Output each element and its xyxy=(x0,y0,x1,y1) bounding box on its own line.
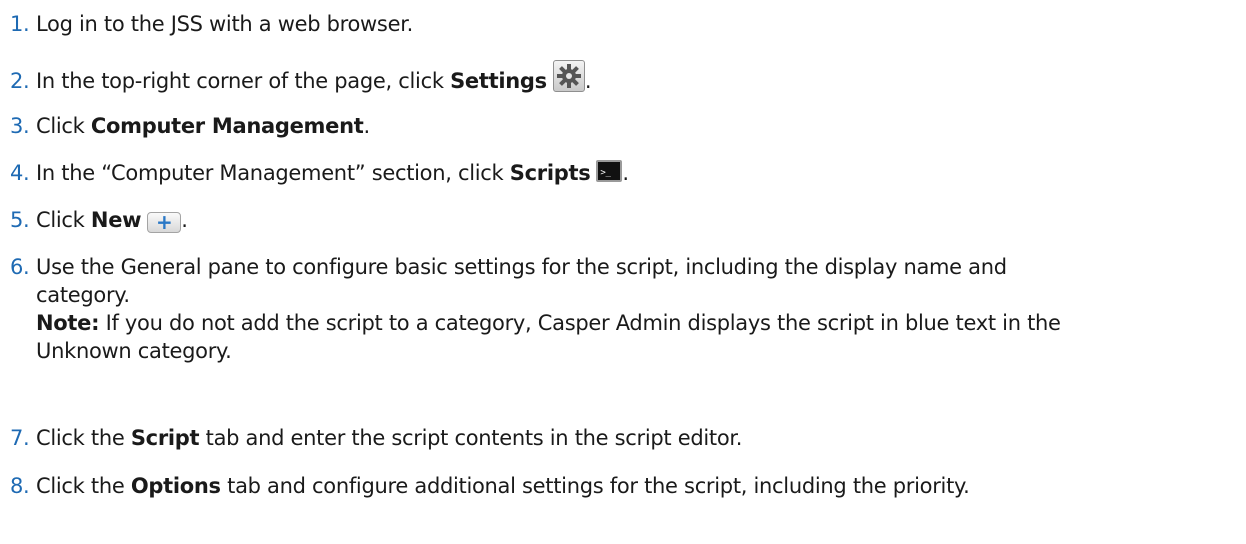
step-3: 3. Click Computer Management. xyxy=(0,112,1240,140)
plus-icon: + xyxy=(147,212,182,233)
step-text: Click the Options tab and configure addi… xyxy=(36,474,970,498)
step-text: Click Computer Management. xyxy=(36,114,370,138)
step-number: 4. xyxy=(10,161,30,185)
script-tab-label: Script xyxy=(130,426,200,450)
scripts-label: Scripts xyxy=(509,161,591,185)
note: Note: If you do not add the script to a … xyxy=(36,311,1061,335)
step-text: Click New +. xyxy=(36,208,188,234)
step-2: 2. In the top-right corner of the page, … xyxy=(0,60,1240,95)
step-number: 1. xyxy=(10,12,30,36)
step-1: 1. Log in to the JSS with a web browser. xyxy=(0,10,1240,38)
options-tab-label: Options xyxy=(130,474,221,498)
document-page: 1. Log in to the JSS with a web browser.… xyxy=(0,0,1246,544)
step-8: 8. Click the Options tab and configure a… xyxy=(0,472,1240,500)
computer-management-label: Computer Management xyxy=(90,114,364,138)
step-number: 8. xyxy=(10,474,30,498)
step-7: 7. Click the Script tab and enter the sc… xyxy=(0,424,1240,452)
step-number: 3. xyxy=(10,114,30,138)
note-label: Note: xyxy=(36,311,100,335)
step-number: 6. xyxy=(10,255,30,279)
step-4: 4. In the “Computer Management” section,… xyxy=(0,159,1240,187)
step-text: Click the Script tab and enter the scrip… xyxy=(36,426,743,450)
step-text: In the “Computer Management” section, cl… xyxy=(36,159,1240,187)
step-number: 5. xyxy=(10,208,30,232)
step-5: 5. Click New +. xyxy=(0,206,1240,234)
step-text: Use the General pane to configure basic … xyxy=(36,253,1240,365)
step-text: In the top-right corner of the page, cli… xyxy=(36,60,1240,95)
step-text: Log in to the JSS with a web browser. xyxy=(36,12,413,36)
step-number: 7. xyxy=(10,426,30,450)
step-6: 6. Use the General pane to configure bas… xyxy=(0,253,1240,365)
settings-label: Settings xyxy=(450,69,547,93)
terminal-icon xyxy=(596,159,623,187)
gear-icon xyxy=(552,60,585,92)
new-label: New xyxy=(90,208,142,232)
step-number: 2. xyxy=(10,69,30,93)
